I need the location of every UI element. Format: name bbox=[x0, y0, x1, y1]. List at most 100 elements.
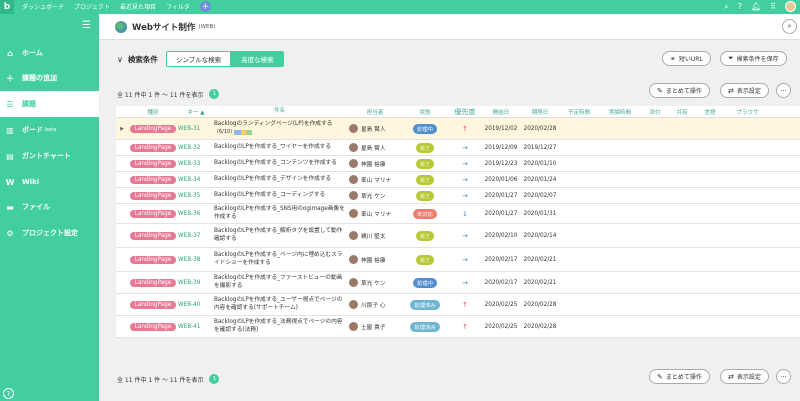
issue-summary[interactable]: BacklogのLPを作成する_ページ内に埋め込むスライドショーを作成する bbox=[214, 252, 349, 267]
issue-key[interactable]: WEB-38 bbox=[178, 257, 214, 263]
table-row[interactable]: LandingPage WEB-39 BacklogのLPを作成する_ファーストビュ… bbox=[116, 272, 800, 294]
search-condition-label[interactable]: 検索条件 bbox=[128, 54, 158, 65]
user-avatar[interactable] bbox=[785, 1, 796, 12]
type-badge: LandingPage bbox=[129, 255, 177, 264]
col-due[interactable]: 期限日 bbox=[521, 108, 559, 116]
start-date: 2020/02/17 bbox=[484, 279, 518, 286]
col-start[interactable]: 開始日 bbox=[481, 108, 521, 116]
bell-icon[interactable]: 🔔︎ bbox=[751, 2, 761, 11]
col-shared[interactable]: 共有 bbox=[669, 108, 695, 116]
main-content: Webサイト制作 (WEB) ⌕ ∨ 検索条件 シンプルな検索 高度な検索 ⚭ 短… bbox=[99, 14, 800, 401]
sidebar-item-label: 課題 bbox=[22, 100, 36, 108]
table-row[interactable]: LandingPage WEB-40 BacklogのLPを作成する_ユーザー視点で… bbox=[116, 294, 800, 316]
apps-icon[interactable]: ⠿ bbox=[770, 2, 776, 11]
issue-key[interactable]: WEB-36 bbox=[178, 211, 214, 217]
col-browser[interactable]: ブラウザ bbox=[725, 108, 770, 116]
more-icon[interactable]: ··· bbox=[776, 369, 791, 384]
sidebar-item-1[interactable]: ＋ 課題の追加 bbox=[0, 65, 99, 91]
col-type[interactable]: 種別 bbox=[128, 108, 178, 116]
issue-key[interactable]: WEB-33 bbox=[178, 161, 214, 167]
issue-summary-text[interactable]: Backlogのランディングページ(LP)を作成する bbox=[214, 121, 332, 127]
add-icon[interactable]: + bbox=[199, 1, 211, 12]
issue-key[interactable]: WEB-35 bbox=[178, 193, 214, 199]
table-row[interactable]: LandingPage WEB-32 BacklogのLPを作成する_ワイヤーを作成… bbox=[116, 140, 800, 156]
col-attachment[interactable]: 添付 bbox=[641, 108, 669, 116]
assignee: 星島 賢人 bbox=[349, 143, 401, 152]
nav-dashboard[interactable]: ダッシュボード bbox=[22, 2, 64, 12]
display-settings-button[interactable]: ⇄ 表示設定 bbox=[720, 83, 769, 98]
sidebar-item-4[interactable]: ▤ ガントチャート bbox=[0, 143, 99, 169]
issue-summary[interactable]: BacklogのLPを作成する_ユーザー視点でページの内容を確認する(サポートチ… bbox=[214, 297, 349, 312]
col-actual[interactable]: 実績時間 bbox=[599, 108, 641, 116]
col-name[interactable]: 件名 bbox=[214, 108, 349, 116]
help-circle-icon[interactable]: ? bbox=[3, 388, 14, 399]
sidebar-item-0[interactable]: ⌂ ホーム bbox=[0, 40, 99, 66]
issue-key[interactable]: WEB-31 bbox=[178, 126, 214, 132]
sidebar-item-3[interactable]: ▥ ボード beta bbox=[0, 117, 99, 143]
chevron-down-icon[interactable]: ∨ bbox=[117, 55, 123, 64]
issue-key[interactable]: WEB-41 bbox=[178, 324, 214, 330]
issue-summary[interactable]: Backlogのランディングページ(LP)を作成する (6/10) bbox=[214, 121, 349, 136]
more-icon[interactable]: ··· bbox=[776, 83, 791, 98]
table-row[interactable]: LandingPage WEB-35 BacklogのLPを作成する_コーディングす… bbox=[116, 188, 800, 204]
avatar bbox=[349, 322, 358, 331]
issue-summary[interactable]: BacklogのLPを作成する_解析タグを設置して動作確認する bbox=[214, 228, 349, 243]
table-row[interactable]: LandingPage WEB-36 BacklogのLPを作成する_SNS用のog… bbox=[116, 204, 800, 224]
backlog-logo[interactable]: b bbox=[0, 0, 14, 14]
sidebar-item-7[interactable]: ⚙ プロジェクト設定 bbox=[0, 220, 99, 246]
type-badge: LandingPage bbox=[129, 124, 177, 133]
nav-recent[interactable]: 最近見た項目 bbox=[120, 2, 156, 12]
table-row[interactable]: LandingPage WEB-37 BacklogのLPを作成する_解析タグを設置… bbox=[116, 224, 800, 248]
bulk-action-button-bottom[interactable]: ✎ まとめて操作 bbox=[649, 369, 710, 384]
project-name[interactable]: Webサイト制作 bbox=[132, 21, 195, 33]
avatar bbox=[349, 278, 358, 287]
issue-summary[interactable]: BacklogのLPを作成する_デザインを作成する bbox=[214, 176, 349, 184]
sidebar-item-2[interactable]: ☰ 課題 bbox=[0, 91, 99, 117]
table-row[interactable]: LandingPage WEB-38 BacklogのLPを作成する_ページ内に埋め… bbox=[116, 248, 800, 272]
issue-summary[interactable]: BacklogのLPを作成する_コーディングする bbox=[214, 192, 349, 200]
bulk-action-button[interactable]: ✎ まとめて操作 bbox=[649, 83, 710, 98]
advanced-search-tab[interactable]: 高度な検索 bbox=[231, 51, 284, 67]
issue-summary[interactable]: BacklogのLPを作成する_SNS用のogimage画像を作成する bbox=[214, 206, 349, 221]
sidebar-item-5[interactable]: W Wiki bbox=[0, 169, 99, 195]
issue-key[interactable]: WEB-32 bbox=[178, 145, 214, 151]
start-date: 2019/12/23 bbox=[484, 160, 518, 167]
simple-search-tab[interactable]: シンプルな検索 bbox=[165, 51, 232, 67]
page-number[interactable]: 1 bbox=[209, 89, 220, 99]
nav-projects[interactable]: プロジェクト bbox=[74, 2, 110, 12]
col-status[interactable]: 状態 bbox=[401, 108, 449, 116]
col-priority[interactable]: 優先度 bbox=[449, 107, 481, 117]
project-search-icon[interactable]: ⌕ bbox=[782, 19, 797, 34]
sidebar-item-6[interactable]: ▬ ファイル bbox=[0, 194, 99, 220]
table-row[interactable]: ▶ LandingPage WEB-31 Backlogのランディングページ(LP)を… bbox=[116, 118, 800, 140]
issue-summary[interactable]: BacklogのLPを作成する_ファーストビューの動画を撮影する bbox=[214, 275, 349, 290]
col-key[interactable]: キー ▲ bbox=[178, 108, 214, 116]
col-user[interactable]: 担当者 bbox=[349, 108, 401, 116]
issue-key[interactable]: WEB-39 bbox=[178, 280, 214, 286]
start-date: 2020/02/25 bbox=[484, 301, 518, 308]
display-settings-button-bottom[interactable]: ⇄ 表示設定 bbox=[720, 369, 769, 384]
short-url-button[interactable]: ⚭ 短いURL bbox=[662, 51, 711, 66]
help-icon[interactable]: ? bbox=[738, 2, 742, 11]
edit-icon: ✎ bbox=[657, 372, 663, 381]
issue-summary[interactable]: BacklogのLPを作成する_コンテンツを作成する bbox=[214, 160, 349, 168]
issue-key[interactable]: WEB-34 bbox=[178, 177, 214, 183]
page-number-bottom[interactable]: 1 bbox=[209, 374, 220, 384]
issue-key[interactable]: WEB-37 bbox=[178, 233, 214, 239]
table-row[interactable]: LandingPage WEB-41 BacklogのLPを作成する_法務視点でペー… bbox=[116, 316, 800, 338]
col-language[interactable]: 言語 bbox=[695, 108, 725, 116]
avatar bbox=[349, 300, 358, 309]
type-badge: LandingPage bbox=[129, 191, 177, 200]
issue-key[interactable]: WEB-40 bbox=[178, 302, 214, 308]
col-estimated[interactable]: 予定時間 bbox=[559, 108, 599, 116]
menu-icon[interactable]: ☰ bbox=[82, 20, 91, 31]
table-row[interactable]: LandingPage WEB-34 BacklogのLPを作成する_デザインを作成… bbox=[116, 172, 800, 188]
issue-summary[interactable]: BacklogのLPを作成する_ワイヤーを作成する bbox=[214, 144, 349, 152]
issue-summary[interactable]: BacklogのLPを作成する_法務視点でページの内容を確認する(法務) bbox=[214, 319, 349, 334]
status-cell: 処理済み bbox=[401, 299, 449, 310]
table-row[interactable]: LandingPage WEB-33 BacklogのLPを作成する_コンテンツを作… bbox=[116, 156, 800, 172]
folder-icon: ▬ bbox=[6, 202, 14, 212]
nav-filter[interactable]: フィルタ bbox=[166, 2, 190, 12]
search-icon[interactable]: ⌕ bbox=[724, 2, 728, 12]
save-search-button[interactable]: ⏷ 検索条件を保存 bbox=[720, 51, 787, 66]
